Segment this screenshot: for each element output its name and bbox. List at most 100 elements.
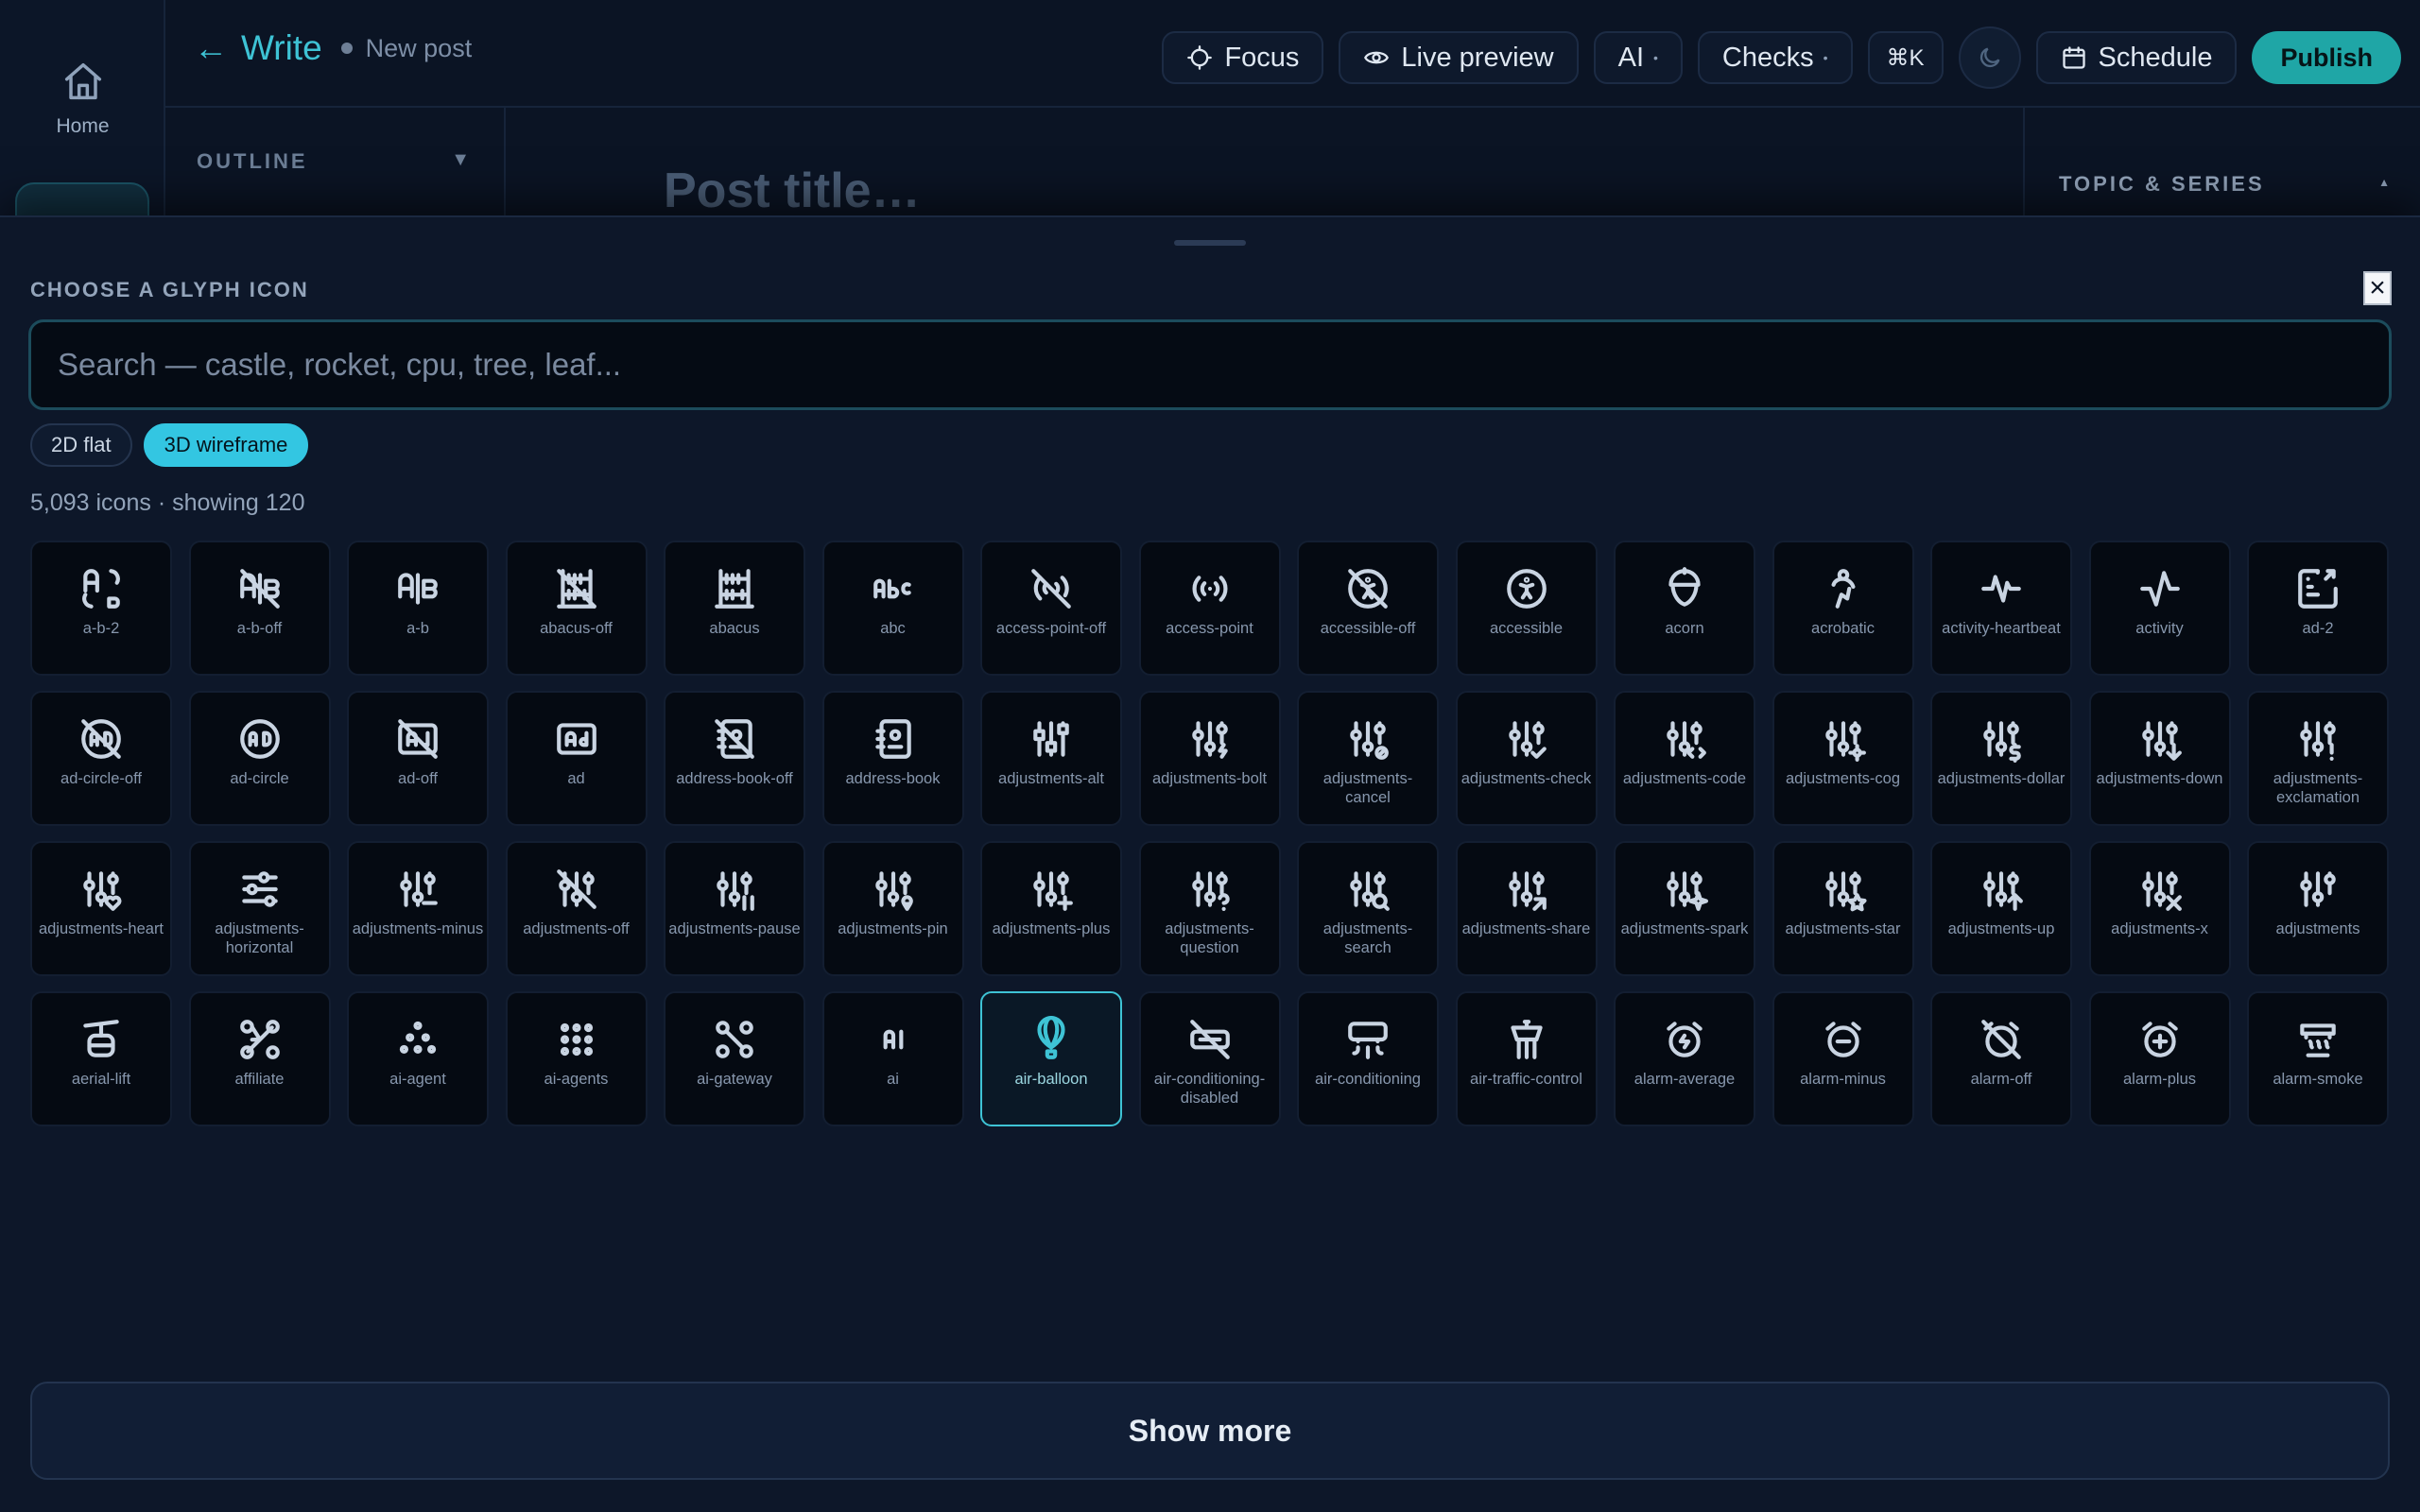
icon-tile-address-book[interactable]: address-book — [821, 691, 964, 826]
outline-collapse-icon[interactable]: ▼ — [451, 149, 470, 171]
icon-tile-label: air-traffic-control — [1470, 1071, 1582, 1088]
icon-tile-aerial-lift[interactable]: aerial-lift — [30, 991, 172, 1126]
icon-tile-air-balloon[interactable]: air-balloon — [980, 991, 1122, 1126]
focus-label: Focus — [1224, 42, 1300, 73]
icon-tile-air-conditioning-disabled[interactable]: air-conditioning-disabled — [1138, 991, 1281, 1126]
icon-tile-adjustments-search[interactable]: adjustments-search — [1297, 841, 1439, 976]
icon-tile-adjustments-spark[interactable]: adjustments-spark — [1614, 841, 1755, 976]
icon-tile-label: air-balloon — [1014, 1071, 1088, 1088]
icon-tile-adjustments-bolt[interactable]: adjustments-bolt — [1138, 691, 1281, 826]
acorn-icon — [1668, 567, 1701, 607]
icon-tile-label: acrobatic — [1811, 620, 1875, 637]
icon-tile-adjustments-exclamation[interactable]: adjustments-exclamation — [2247, 691, 2389, 826]
icon-tile-ad-2[interactable]: ad-2 — [2247, 541, 2389, 676]
icon-tile-access-point[interactable]: access-point — [1138, 541, 1281, 676]
icon-tile-adjustments-cog[interactable]: adjustments-cog — [1772, 691, 1914, 826]
live-preview-button[interactable]: Live preview — [1339, 31, 1579, 84]
icon-tile-address-book-off[interactable]: address-book-off — [664, 691, 805, 826]
icon-tile-adjustments-minus[interactable]: adjustments-minus — [347, 841, 489, 976]
focus-button[interactable]: Focus — [1162, 31, 1324, 84]
schedule-button[interactable]: Schedule — [2035, 31, 2238, 84]
icon-tile-adjustments-pause[interactable]: adjustments-pause — [664, 841, 805, 976]
icon-tile-activity[interactable]: activity — [2088, 541, 2231, 676]
command-palette-button[interactable]: ⌘K — [1867, 31, 1944, 84]
icon-tile-ad-off[interactable]: ad-off — [347, 691, 489, 826]
icon-tile-a-b-2[interactable]: a-b-2 — [30, 541, 172, 676]
adjustments-share-icon — [1508, 871, 1547, 911]
icon-tile-alarm-plus[interactable]: alarm-plus — [2088, 991, 2231, 1126]
icon-tile-abc[interactable]: abc — [821, 541, 964, 676]
icon-tile-adjustments-plus[interactable]: adjustments-plus — [980, 841, 1122, 976]
icon-tile-alarm-smoke[interactable]: alarm-smoke — [2247, 991, 2389, 1126]
mode-2d-flat[interactable]: 2D flat — [30, 423, 132, 467]
icon-tile-a-b[interactable]: a-b — [347, 541, 489, 676]
icon-tile-ad-circle[interactable]: ad-circle — [188, 691, 331, 826]
icon-tile-ai[interactable]: ai — [821, 991, 964, 1126]
theme-toggle-button[interactable] — [1958, 26, 2021, 89]
publish-button[interactable]: Publish — [2252, 31, 2401, 84]
icon-tile-label: ad-circle — [230, 770, 289, 787]
icon-tile-adjustments-star[interactable]: adjustments-star — [1772, 841, 1914, 976]
icon-tile-adjustments-heart[interactable]: adjustments-heart — [30, 841, 172, 976]
icon-tile-affiliate[interactable]: affiliate — [188, 991, 331, 1126]
adjustments-check-icon — [1508, 721, 1547, 759]
icon-tile-air-conditioning[interactable]: air-conditioning — [1297, 991, 1439, 1126]
icon-tile-label: air-conditioning — [1315, 1071, 1421, 1088]
icon-tile-alarm-average[interactable]: alarm-average — [1614, 991, 1755, 1126]
adjustments-down-icon — [2141, 721, 2182, 761]
icon-tile-adjustments-cancel[interactable]: adjustments-cancel — [1297, 691, 1439, 826]
icon-tile-alarm-minus[interactable]: alarm-minus — [1772, 991, 1914, 1126]
icon-tile-accessible-off[interactable]: accessible-off — [1297, 541, 1439, 676]
icon-tile-label: acorn — [1665, 620, 1704, 637]
icon-tile-accessible[interactable]: accessible — [1455, 541, 1598, 676]
status-dot — [340, 43, 353, 54]
icon-tile-adjustments-down[interactable]: adjustments-down — [2088, 691, 2231, 826]
sidebar-item-home[interactable]: Home — [0, 57, 165, 138]
icon-tile-activity-heartbeat[interactable]: activity-heartbeat — [1930, 541, 2072, 676]
icon-tile-adjustments-code[interactable]: adjustments-code — [1614, 691, 1755, 826]
back-arrow-icon[interactable]: ← — [194, 31, 228, 65]
topic-series-heading: TOPIC & SERIES — [2059, 172, 2265, 196]
adjustments-heart-icon — [83, 871, 122, 911]
adjustments-search-icon — [1350, 871, 1390, 911]
icon-tile-ad[interactable]: ad — [505, 691, 648, 826]
ai-menu-button[interactable]: AI • — [1593, 31, 1683, 84]
icon-tile-ai-agents[interactable]: ai-agents — [505, 991, 648, 1126]
icon-tile-adjustments-x[interactable]: adjustments-x — [2088, 841, 2231, 976]
sheet-drag-handle[interactable] — [1174, 240, 1246, 246]
icon-tile-alarm-off[interactable]: alarm-off — [1930, 991, 2072, 1126]
icon-tile-adjustments-question[interactable]: adjustments-question — [1138, 841, 1281, 976]
icon-tile-abacus-off[interactable]: abacus-off — [505, 541, 648, 676]
close-button[interactable]: × — [2363, 271, 2392, 305]
icon-tile-a-b-off[interactable]: a-b-off — [188, 541, 331, 676]
icon-tile-acorn[interactable]: acorn — [1614, 541, 1755, 676]
icon-tile-adjustments-pin[interactable]: adjustments-pin — [821, 841, 964, 976]
mode-3d-wireframe[interactable]: 3D wireframe — [143, 423, 309, 467]
icon-tile-access-point-off[interactable]: access-point-off — [980, 541, 1122, 676]
icon-tile-adjustments-check[interactable]: adjustments-check — [1455, 691, 1598, 826]
icon-tile-acrobatic[interactable]: acrobatic — [1772, 541, 1914, 676]
icon-tile-adjustments-up[interactable]: adjustments-up — [1930, 841, 2072, 976]
icon-tile-ai-gateway[interactable]: ai-gateway — [664, 991, 805, 1126]
topic-collapse-icon[interactable]: ▲ — [2378, 176, 2390, 189]
air-balloon-icon — [1037, 1016, 1065, 1059]
icon-tile-air-traffic-control[interactable]: air-traffic-control — [1455, 991, 1598, 1126]
icon-tile-adjustments-share[interactable]: adjustments-share — [1455, 841, 1598, 976]
ad-circle-icon — [239, 719, 280, 759]
adjustments-icon — [2300, 871, 2336, 907]
show-more-button[interactable]: Show more — [30, 1382, 2390, 1480]
icon-tile-abacus[interactable]: abacus — [664, 541, 805, 676]
search-input[interactable] — [58, 347, 2362, 383]
icon-tile-ai-agent[interactable]: ai-agent — [347, 991, 489, 1126]
icon-tile-adjustments[interactable]: adjustments — [2247, 841, 2389, 976]
home-icon — [64, 62, 101, 100]
icon-tile-ad-circle-off[interactable]: ad-circle-off — [30, 691, 172, 826]
icon-tile-adjustments-dollar[interactable]: adjustments-dollar — [1930, 691, 2072, 826]
icon-tile-adjustments-alt[interactable]: adjustments-alt — [980, 691, 1122, 826]
alarm-minus-icon — [1824, 1022, 1861, 1057]
checks-menu-button[interactable]: Checks • — [1697, 31, 1853, 84]
icon-tile-adjustments-off[interactable]: adjustments-off — [505, 841, 648, 976]
icon-tile-adjustments-horizontal[interactable]: adjustments-horizontal — [188, 841, 331, 976]
post-title-placeholder[interactable]: Post title… — [664, 163, 921, 219]
adjustments-pin-icon — [874, 871, 913, 911]
